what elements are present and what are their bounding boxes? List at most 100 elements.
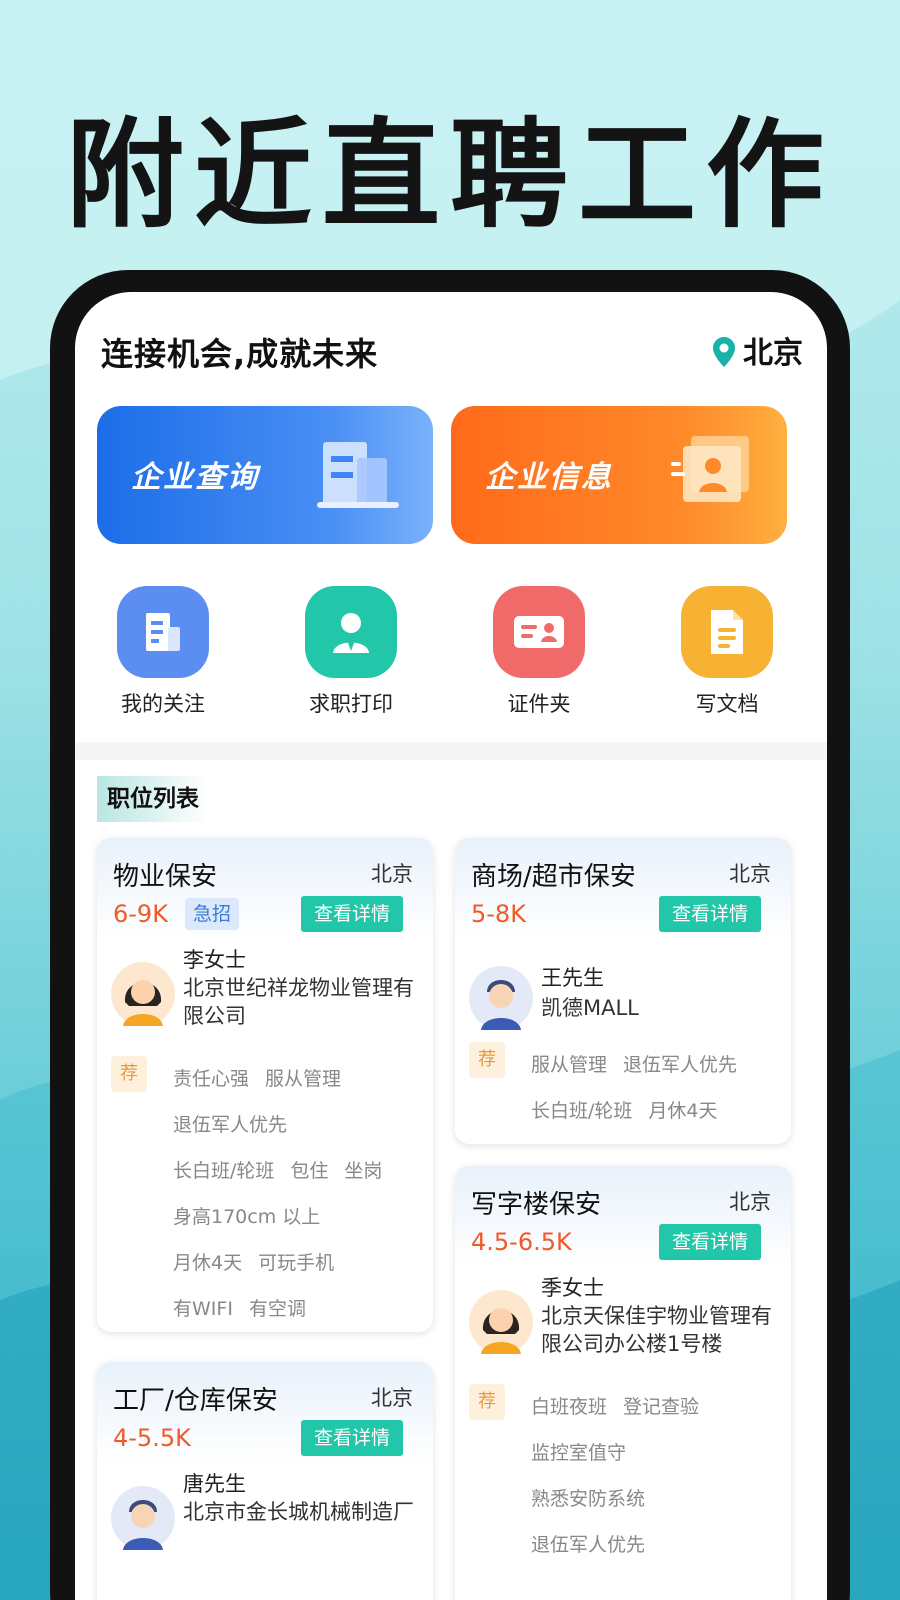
document-icon — [681, 586, 773, 678]
tag: 退伍军人优先 — [623, 1054, 738, 1076]
company-info-banner[interactable]: 企业信息 — [451, 406, 787, 544]
tag-row: 熟悉安防系统 — [531, 1476, 791, 1522]
job-title: 写字楼保安 — [471, 1190, 602, 1220]
promo-title: 附近直聘工作 — [65, 106, 834, 244]
tag-row: 退伍军人优先 — [173, 1102, 433, 1148]
tag: 退伍军人优先 — [173, 1114, 288, 1136]
tag-row: 月休4天 可玩手机 — [173, 1240, 433, 1286]
job-tags: 荐 责任心强 服从管理 退伍军人优先 长白班/轮班 包住 坐岗 身高170cm 以上 … — [97, 1056, 433, 1332]
job-tags: 荐 服从管理 退伍军人优先 长白班/轮班 月休4天 — [455, 1042, 791, 1144]
contact-name: 唐先生 — [183, 1472, 246, 1496]
view-detail-button[interactable]: 查看详情 — [301, 1420, 403, 1456]
quick-action-follow[interactable]: 我的关注 — [83, 586, 243, 718]
quick-action-print[interactable]: 求职打印 — [271, 586, 431, 718]
tag: 白班夜班 — [531, 1396, 608, 1418]
tag: 坐岗 — [344, 1160, 383, 1182]
tag-row: 身高170cm 以上 — [173, 1194, 433, 1240]
section-divider — [75, 742, 827, 760]
tag: 身高170cm 以上 — [173, 1206, 321, 1228]
job-contact: 唐先生 北京市金长城机械制造厂 — [111, 1468, 433, 1580]
contact-name: 季女士 — [541, 1276, 604, 1300]
tag: 监控室值守 — [531, 1442, 627, 1464]
job-card-header: 物业保安 北京 6-9K 急招 查看详情 — [97, 838, 433, 938]
job-title: 工厂/仓库保安 — [113, 1386, 278, 1416]
job-card-header: 商场/超市保安 北京 5-8K 查看详情 — [455, 838, 791, 938]
job-city: 北京 — [729, 1190, 771, 1214]
tag: 责任心强 — [173, 1068, 250, 1090]
top-bar: 连接机会,成就未来 北京 — [101, 332, 803, 376]
tag: 服从管理 — [265, 1068, 342, 1090]
tag-row: 白班夜班 登记查验 — [531, 1384, 791, 1430]
recommend-badge: 荐 — [469, 1042, 505, 1078]
quick-action-label: 写文档 — [695, 692, 759, 716]
quick-action-id-folder[interactable]: 证件夹 — [459, 586, 619, 718]
tag-row: 监控室值守 — [531, 1430, 791, 1476]
tag-row: 服从管理 退伍军人优先 — [531, 1042, 791, 1088]
job-title: 商场/超市保安 — [471, 862, 636, 892]
map-pin-icon — [713, 337, 735, 371]
building-icon — [117, 586, 209, 678]
urgent-badge: 急招 — [185, 898, 240, 930]
job-salary: 4.5-6.5K — [471, 1228, 572, 1256]
job-city: 北京 — [371, 862, 413, 886]
contact-name: 李女士 — [183, 948, 246, 972]
avatar — [111, 962, 175, 1026]
avatar — [469, 1290, 533, 1354]
job-contact: 李女士 北京世纪祥龙物业管理有限公司 — [111, 944, 433, 1056]
location-selector[interactable]: 北京 — [713, 332, 803, 376]
quick-action-label: 求职打印 — [309, 692, 393, 716]
tag: 月休4天 — [648, 1100, 718, 1122]
company-name: 北京世纪祥龙物业管理有限公司 — [183, 976, 414, 1028]
job-title: 物业保安 — [113, 862, 218, 892]
job-card-header: 写字楼保安 北京 4.5-6.5K 查看详情 — [455, 1166, 791, 1266]
view-detail-button[interactable]: 查看详情 — [659, 896, 761, 932]
company-name: 北京市金长城机械制造厂 — [183, 1500, 414, 1524]
quick-action-label: 我的关注 — [121, 692, 205, 716]
banner-label: 企业查询 — [131, 460, 259, 495]
tag-row: 退伍军人优先 — [531, 1522, 791, 1568]
job-card[interactable]: 写字楼保安 北京 4.5-6.5K 查看详情 季女士 北京天保佳宇物业管理有限公… — [455, 1166, 791, 1600]
tag: 熟悉安防系统 — [531, 1488, 646, 1510]
tag: 包住 — [290, 1160, 329, 1182]
quick-actions: 我的关注 求职打印 证件夹 写文档 — [75, 586, 827, 716]
tag-row: 长白班/轮班 月休4天 — [531, 1088, 791, 1134]
job-card[interactable]: 工厂/仓库保安 北京 4-5.5K 查看详情 唐先生 北京市金长城机械制造厂 — [97, 1362, 433, 1600]
quick-action-label: 证件夹 — [507, 692, 571, 716]
job-salary: 6-9K — [113, 900, 168, 928]
job-salary: 5-8K — [471, 900, 526, 928]
job-card[interactable]: 物业保安 北京 6-9K 急招 查看详情 李女士 北京世纪祥龙物业管理有限公司 … — [97, 838, 433, 1332]
company-name: 凯德MALL — [541, 996, 639, 1020]
tag: 有WIFI — [173, 1298, 233, 1320]
tag: 登记查验 — [623, 1396, 700, 1418]
tag: 退伍军人优先 — [531, 1534, 646, 1556]
company-search-banner[interactable]: 企业查询 — [97, 406, 433, 544]
view-detail-button[interactable]: 查看详情 — [301, 896, 403, 932]
job-tags: 荐 白班夜班 登记查验 监控室值守 熟悉安防系统 退伍军人优先 — [455, 1384, 791, 1582]
app-screen: 连接机会,成就未来 北京 企业查询 企业信息 我的关注 求职打印 证件夹 写文档… — [75, 292, 827, 1600]
job-city: 北京 — [729, 862, 771, 886]
job-city: 北京 — [371, 1386, 413, 1410]
job-salary: 4-5.5K — [113, 1424, 191, 1452]
building-icon — [317, 436, 399, 516]
banner-label: 企业信息 — [485, 460, 613, 495]
company-name: 北京天保佳宇物业管理有限公司办公楼1号楼 — [541, 1304, 772, 1356]
quick-action-write-doc[interactable]: 写文档 — [647, 586, 807, 718]
job-list-title: 职位列表 — [97, 776, 209, 822]
avatar — [111, 1486, 175, 1550]
id-card-icon — [493, 586, 585, 678]
tag: 服从管理 — [531, 1054, 608, 1076]
job-contact: 王先生 凯德MALL — [469, 944, 791, 1042]
avatar — [469, 966, 533, 1030]
tag: 长白班/轮班 — [173, 1160, 275, 1182]
person-tie-icon — [305, 586, 397, 678]
tag: 月休4天 — [173, 1252, 243, 1274]
profile-card-icon — [671, 436, 753, 512]
tag: 有空调 — [248, 1298, 306, 1320]
view-detail-button[interactable]: 查看详情 — [659, 1224, 761, 1260]
location-label: 北京 — [743, 336, 803, 371]
tag: 可玩手机 — [258, 1252, 335, 1274]
tag-row: 责任心强 服从管理 — [173, 1056, 433, 1102]
job-card[interactable]: 商场/超市保安 北京 5-8K 查看详情 王先生 凯德MALL 荐 服从管理 退伍… — [455, 838, 791, 1144]
tag: 长白班/轮班 — [531, 1100, 633, 1122]
tag-row: 长白班/轮班 包住 坐岗 — [173, 1148, 433, 1194]
